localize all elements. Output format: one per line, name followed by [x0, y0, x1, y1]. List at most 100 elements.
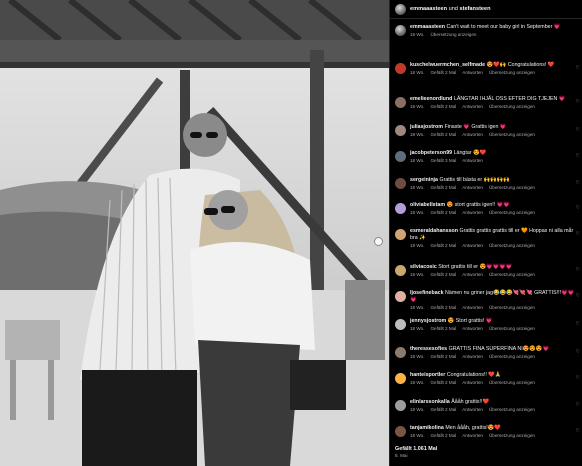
comment-username[interactable]: kuschelwuermchen_selfmade	[410, 62, 485, 68]
reply-button[interactable]: Antworten	[462, 132, 483, 137]
caption-avatar[interactable]	[395, 25, 406, 36]
comment-likes[interactable]: Gefällt 3 Mal	[430, 158, 456, 163]
comment-age[interactable]: 18 Wo.	[410, 407, 424, 412]
reply-button[interactable]: Antworten	[462, 433, 483, 438]
translate-button[interactable]: Übersetzung anzeigen	[489, 243, 535, 248]
carousel-dot-icon[interactable]	[374, 237, 383, 246]
comment-likes[interactable]: Gefällt 2 Mal	[430, 70, 456, 75]
heart-icon[interactable]: ♡	[576, 428, 580, 434]
comment-username[interactable]: sergeininja	[410, 177, 438, 183]
reply-button[interactable]: Antworten	[462, 210, 483, 215]
comment-age[interactable]: 18 Wo.	[410, 305, 424, 310]
heart-icon[interactable]: ♡	[576, 375, 580, 381]
comment-username[interactable]: esmeraldahansson	[410, 228, 458, 234]
reply-button[interactable]: Antworten	[462, 70, 483, 75]
heart-icon[interactable]: ♡	[576, 321, 580, 327]
comment-age[interactable]: 18 Wo.	[410, 210, 424, 215]
reply-button[interactable]: Antworten	[462, 158, 483, 163]
translate-button[interactable]: Übersetzung anzeigen	[489, 272, 535, 277]
comment-age[interactable]: 18 Wo.	[410, 433, 424, 438]
comment-username[interactable]: hanteisportler	[410, 372, 445, 378]
comment-avatar[interactable]	[395, 347, 406, 358]
comment-likes[interactable]: Gefällt 2 Mal	[430, 243, 456, 248]
comment-avatar[interactable]	[395, 373, 406, 384]
comment-avatar[interactable]	[395, 125, 406, 136]
heart-icon[interactable]: ♡	[576, 65, 580, 71]
translate-button[interactable]: Übersetzung anzeigen	[489, 380, 535, 385]
comment-avatar[interactable]	[395, 265, 406, 276]
caption-age[interactable]: 18 Wo.	[410, 32, 424, 37]
comment-avatar[interactable]	[395, 63, 406, 74]
heart-icon[interactable]: ♡	[576, 99, 580, 105]
comment-age[interactable]: 18 Wo.	[410, 185, 424, 190]
comment-age[interactable]: 18 Wo.	[410, 104, 424, 109]
comment-likes[interactable]: Gefällt 2 Mal	[430, 380, 456, 385]
heart-icon[interactable]: ♡	[576, 293, 580, 299]
translate-button[interactable]: Übersetzung anzeigen	[489, 305, 535, 310]
comment-username[interactable]: ljosefineback	[410, 290, 444, 296]
comment-username[interactable]: oliviabellstam	[410, 202, 445, 208]
heart-icon[interactable]: ♡	[576, 180, 580, 186]
translate-button[interactable]: Übersetzung anzeigen	[489, 326, 535, 331]
comment-age[interactable]: 18 Wo.	[410, 132, 424, 137]
translate-button[interactable]: Übersetzung anzeigen	[489, 132, 535, 137]
comment-likes[interactable]: Gefällt 2 Mal	[430, 407, 456, 412]
comment-avatar[interactable]	[395, 151, 406, 162]
heart-icon[interactable]: ♡	[576, 349, 580, 355]
comment-likes[interactable]: Gefällt 2 Mal	[430, 305, 456, 310]
coauthor-username[interactable]: stefansteen	[459, 6, 490, 12]
comment-likes[interactable]: Gefällt 2 Mal	[430, 132, 456, 137]
reply-button[interactable]: Antworten	[462, 243, 483, 248]
comment-age[interactable]: 18 Wo.	[410, 380, 424, 385]
reply-button[interactable]: Antworten	[462, 104, 483, 109]
comment-likes[interactable]: Gefällt 2 Mal	[430, 185, 456, 190]
comment-age[interactable]: 18 Wo.	[410, 354, 424, 359]
translate-button[interactable]: Übersetzung anzeigen	[489, 104, 535, 109]
comment-username[interactable]: jennysjostrom	[410, 318, 446, 324]
comment-username[interactable]: jacobpeterson99	[410, 150, 452, 156]
comment-likes[interactable]: Gefällt 2 Mal	[430, 104, 456, 109]
author-username[interactable]: emmaaasteen	[410, 6, 447, 12]
comment-avatar[interactable]	[395, 426, 406, 437]
translate-button[interactable]: Übersetzung anzeigen	[489, 70, 535, 75]
comment-avatar[interactable]	[395, 97, 406, 108]
post-photo[interactable]	[0, 0, 389, 466]
reply-button[interactable]: Antworten	[462, 185, 483, 190]
translate-button[interactable]: Übersetzung anzeigen	[489, 354, 535, 359]
like-count[interactable]: Gefällt 1.061 Mal	[395, 446, 437, 452]
author-avatar[interactable]	[395, 3, 406, 15]
translate-button[interactable]: Übersetzung anzeigen	[489, 185, 535, 190]
heart-icon[interactable]: ♡	[576, 231, 580, 237]
caption-username[interactable]: emmaaasteen	[410, 24, 445, 30]
comment-avatar[interactable]	[395, 319, 406, 330]
comment-age[interactable]: 18 Wo.	[410, 326, 424, 331]
comment-avatar[interactable]	[395, 291, 406, 302]
reply-button[interactable]: Antworten	[462, 354, 483, 359]
comment-age[interactable]: 18 Wo.	[410, 70, 424, 75]
comment-avatar[interactable]	[395, 178, 406, 189]
reply-button[interactable]: Antworten	[462, 305, 483, 310]
comment-likes[interactable]: Gefällt 2 Mal	[430, 272, 456, 277]
translate-button[interactable]: Übersetzung anzeigen	[489, 210, 535, 215]
heart-icon[interactable]: ♡	[576, 267, 580, 273]
comment-age[interactable]: 18 Wo.	[410, 272, 424, 277]
comment-likes[interactable]: Gefällt 2 Mal	[430, 354, 456, 359]
post-date[interactable]: 8. Mai	[395, 453, 437, 458]
comment-username[interactable]: elinlarssonkalla	[410, 399, 450, 405]
reply-button[interactable]: Antworten	[462, 272, 483, 277]
heart-icon[interactable]: ♡	[576, 127, 580, 133]
caption-translate[interactable]: Übersetzung anzeigen	[430, 32, 476, 37]
reply-button[interactable]: Antworten	[462, 380, 483, 385]
comment-avatar[interactable]	[395, 400, 406, 411]
comment-likes[interactable]: Gefällt 2 Mal	[430, 210, 456, 215]
comment-username[interactable]: juliasjostrom	[410, 124, 443, 130]
reply-button[interactable]: Antworten	[462, 326, 483, 331]
translate-button[interactable]: Übersetzung anzeigen	[489, 407, 535, 412]
comment-username[interactable]: emelieenordlund	[410, 96, 452, 102]
translate-button[interactable]: Übersetzung anzeigen	[489, 433, 535, 438]
comment-likes[interactable]: Gefällt 2 Mal	[430, 433, 456, 438]
comment-avatar[interactable]	[395, 203, 406, 214]
heart-icon[interactable]: ♡	[576, 205, 580, 211]
heart-icon[interactable]: ♡	[576, 402, 580, 408]
comment-username[interactable]: tanjamikolina	[410, 425, 444, 431]
